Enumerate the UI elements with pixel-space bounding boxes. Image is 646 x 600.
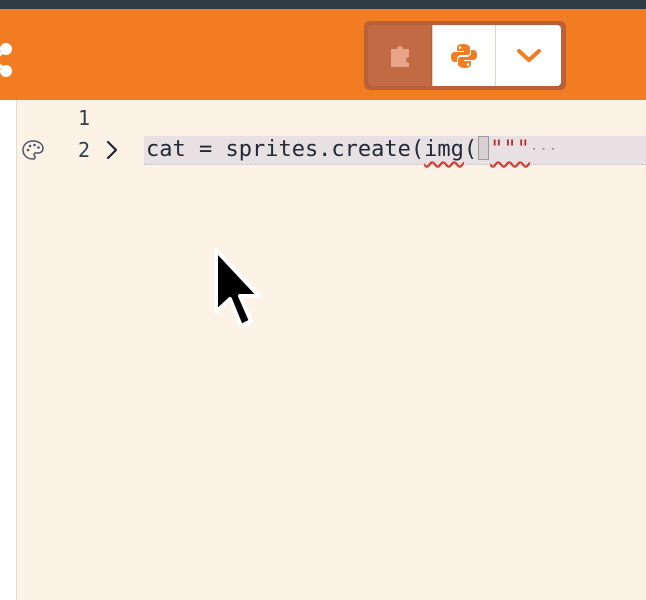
- palette-icon[interactable]: [22, 140, 44, 160]
- line-number: 2: [77, 138, 90, 162]
- text-caret: [478, 136, 490, 160]
- code-editor[interactable]: 1 2 cat = sprites.create(img( """···: [0, 100, 646, 600]
- editor-language-toggle: [364, 21, 566, 90]
- python-logo-icon: [451, 43, 477, 68]
- editor-glyph-margin: [0, 100, 17, 600]
- code-error-token: img: [424, 137, 464, 162]
- window-top-edge: [0, 0, 646, 9]
- mouse-pointer-icon: [214, 248, 261, 328]
- editor-toolbar: [0, 9, 646, 100]
- blocks-editor-button[interactable]: [368, 25, 431, 86]
- code-line-2[interactable]: 2 cat = sprites.create(img( """···: [0, 134, 646, 166]
- python-editor-button[interactable]: [432, 25, 495, 86]
- fold-chevron-icon[interactable]: [104, 140, 120, 160]
- chevron-down-icon: [516, 48, 541, 62]
- code-string-token: """: [490, 137, 530, 162]
- code-text[interactable]: cat = sprites.create(img( """···: [146, 134, 558, 166]
- code-token: cat = sprites.create(: [146, 137, 425, 162]
- folded-ellipsis[interactable]: ···: [530, 142, 558, 158]
- code-line-1[interactable]: 1: [0, 102, 646, 134]
- puzzle-piece-icon: [390, 45, 409, 67]
- share-icon[interactable]: [0, 43, 16, 77]
- line-number: 1: [77, 106, 90, 130]
- code-token: (: [463, 137, 478, 162]
- editor-dropdown-button[interactable]: [495, 25, 561, 86]
